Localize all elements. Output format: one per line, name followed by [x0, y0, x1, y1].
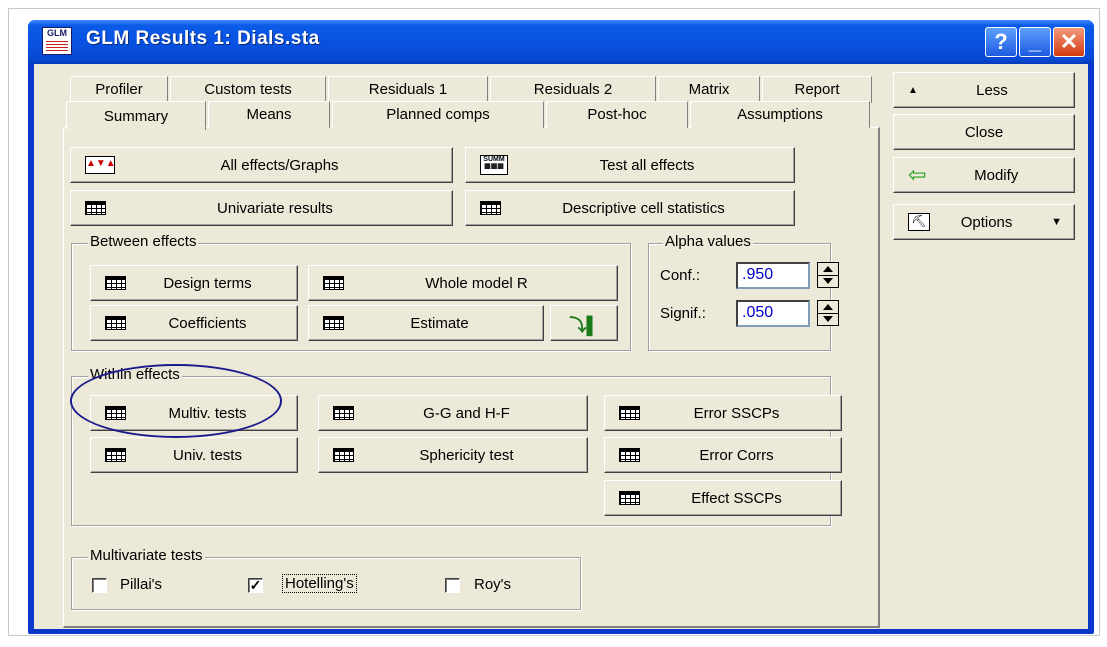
sphericity-label: Sphericity test — [419, 446, 514, 464]
spreadsheet-icon — [85, 201, 106, 215]
less-label: Less — [976, 81, 1008, 99]
gg-hf-label: G-G and H-F — [423, 404, 510, 422]
univ-tests-button[interactable]: Univ. tests — [90, 437, 298, 473]
univariate-results-button[interactable]: Univariate results — [70, 190, 453, 226]
whole-model-r-button[interactable]: Whole model R — [308, 265, 618, 301]
tab-assumptions[interactable]: Assumptions — [690, 101, 870, 128]
sphericity-test-button[interactable]: Sphericity test — [318, 437, 588, 473]
highlight-oval — [70, 364, 282, 438]
spreadsheet-icon — [333, 406, 354, 420]
window-title: GLM Results 1: Dials.sta — [86, 28, 320, 49]
spreadsheet-icon — [480, 201, 501, 215]
test-all-effects-button[interactable]: SUMM ▦▦▦ Test all effects — [465, 147, 795, 183]
modify-label: Modify — [974, 166, 1019, 184]
graph-icon: ▲▼▲ — [85, 156, 116, 174]
export-arrow-button[interactable]: ⤵▌ — [550, 305, 618, 341]
minimize-button[interactable]: _ — [1019, 27, 1051, 57]
green-back-arrow-icon: ⇦ — [908, 162, 927, 187]
descriptive-cell-statistics-button[interactable]: Descriptive cell statistics — [465, 190, 795, 226]
design-terms-label: Design terms — [163, 274, 252, 292]
univ-tests-label: Univ. tests — [173, 446, 242, 464]
hotellings-checkbox[interactable]: ✓ — [248, 578, 263, 593]
error-sscps-label: Error SSCPs — [693, 404, 780, 422]
spreadsheet-icon — [619, 448, 640, 462]
pillais-checkbox[interactable] — [92, 578, 107, 593]
spreadsheet-icon — [619, 406, 640, 420]
tab-summary[interactable]: Summary — [66, 101, 206, 130]
signif-input[interactable]: .050 — [736, 300, 810, 327]
alpha-values-legend: Alpha values — [663, 233, 753, 250]
modify-button[interactable]: ⇦ Modify — [893, 157, 1075, 193]
coefficients-button[interactable]: Coefficients — [90, 305, 298, 341]
between-effects-legend: Between effects — [88, 233, 199, 250]
coefficients-label: Coefficients — [168, 314, 247, 332]
spreadsheet-icon — [105, 448, 126, 462]
spreadsheet-icon — [105, 316, 126, 330]
conf-input[interactable]: .950 — [736, 262, 810, 289]
less-button[interactable]: ▲ Less — [893, 72, 1075, 108]
green-arrow-icon: ⤵▌ — [569, 315, 599, 335]
effect-sscps-label: Effect SSCPs — [691, 489, 782, 507]
tab-custom-tests[interactable]: Custom tests — [170, 76, 326, 103]
signif-spinner[interactable] — [817, 300, 839, 326]
spreadsheet-icon — [323, 316, 344, 330]
tab-means[interactable]: Means — [208, 101, 330, 128]
options-button[interactable]: ⛏ Options ▼ — [893, 204, 1075, 240]
tab-profiler[interactable]: Profiler — [70, 76, 168, 103]
tab-report[interactable]: Report — [762, 76, 872, 103]
alpha-values-group — [648, 243, 831, 351]
dropdown-arrow-icon: ▼ — [1051, 216, 1062, 228]
design-terms-button[interactable]: Design terms — [90, 265, 298, 301]
tab-residuals-1[interactable]: Residuals 1 — [328, 76, 488, 103]
all-effects-graphs-button[interactable]: ▲▼▲ All effects/Graphs — [70, 147, 453, 183]
conf-label: Conf.: — [660, 267, 701, 284]
tab-matrix[interactable]: Matrix — [658, 76, 760, 103]
tab-post-hoc[interactable]: Post-hoc — [546, 101, 688, 128]
help-button[interactable]: ? — [985, 27, 1017, 57]
all-effects-label: All effects/Graphs — [220, 156, 339, 174]
spreadsheet-icon — [333, 448, 354, 462]
univariate-results-label: Univariate results — [217, 199, 333, 217]
spreadsheet-icon — [323, 276, 344, 290]
roys-checkbox[interactable] — [445, 578, 460, 593]
conf-spinner[interactable] — [817, 262, 839, 288]
roys-label: Roy's — [474, 576, 512, 593]
descriptive-label: Descriptive cell statistics — [562, 199, 725, 217]
close-button[interactable]: Close — [893, 114, 1075, 150]
close-label: Close — [964, 123, 1004, 141]
options-label: Options — [960, 213, 1013, 231]
app-icon-text: GLM — [47, 28, 67, 38]
error-sscps-button[interactable]: Error SSCPs — [604, 395, 842, 431]
estimate-label: Estimate — [410, 314, 469, 332]
whole-model-label: Whole model R — [425, 274, 528, 292]
pillais-label: Pillai's — [120, 576, 163, 593]
hotellings-label: Hotelling's — [282, 574, 357, 593]
spreadsheet-icon — [619, 491, 640, 505]
tab-residuals-2[interactable]: Residuals 2 — [490, 76, 656, 103]
close-window-button[interactable]: ✕ — [1053, 27, 1085, 57]
spreadsheet-icon — [105, 276, 126, 290]
collapse-arrow-icon: ▲ — [908, 84, 918, 96]
signif-label: Signif.: — [660, 305, 706, 322]
effect-sscps-button[interactable]: Effect SSCPs — [604, 480, 842, 516]
multivariate-tests-legend: Multivariate tests — [88, 547, 205, 564]
gg-hf-button[interactable]: G-G and H-F — [318, 395, 588, 431]
estimate-button[interactable]: Estimate — [308, 305, 544, 341]
glm-app-icon: GLM — [42, 27, 72, 55]
error-corrs-button[interactable]: Error Corrs — [604, 437, 842, 473]
test-all-effects-label: Test all effects — [599, 156, 695, 174]
summary-table-icon: SUMM ▦▦▦ — [480, 155, 508, 175]
tab-planned-comps[interactable]: Planned comps — [332, 101, 544, 128]
error-corrs-label: Error Corrs — [699, 446, 774, 464]
options-tool-icon: ⛏ — [908, 213, 930, 231]
